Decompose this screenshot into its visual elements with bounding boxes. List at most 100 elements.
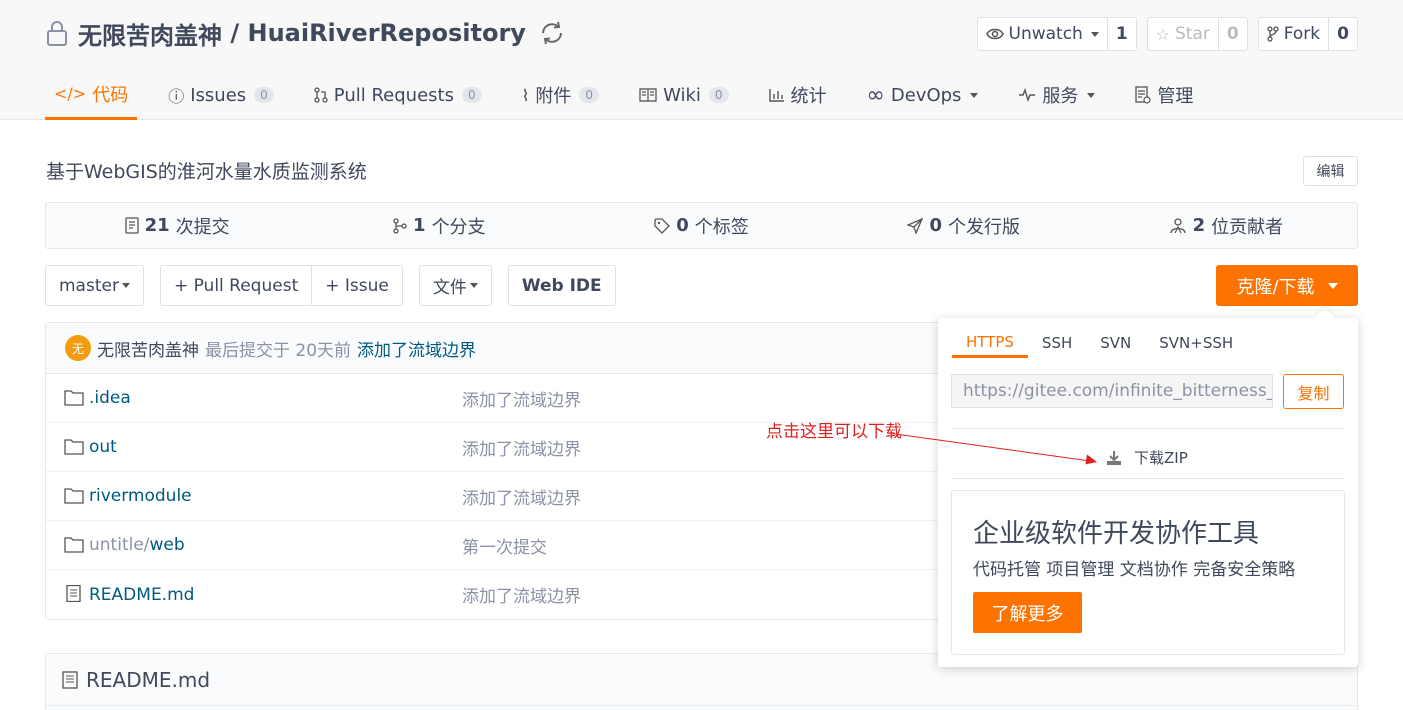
star-label[interactable]: ☆ Star [1148, 18, 1218, 50]
commit-icon [124, 217, 139, 234]
file-commit-message[interactable]: 添加了流域边界 [462, 386, 581, 411]
fork-count[interactable]: 0 [1328, 18, 1357, 50]
stat-commits[interactable]: 21 次提交 [46, 203, 308, 248]
clone-url-input[interactable]: https://gitee.com/infinite_bitterness_co [951, 374, 1273, 408]
watch-count[interactable]: 1 [1106, 18, 1136, 50]
pull-request-icon [314, 87, 328, 103]
branch-select[interactable]: master [45, 265, 144, 306]
file-name-link[interactable]: out [89, 437, 117, 457]
chevron-down-icon [970, 92, 979, 98]
repo-name-link[interactable]: HuaiRiverRepository [247, 19, 525, 47]
branch-label: master [59, 275, 119, 296]
chevron-down-icon [469, 283, 478, 288]
download-icon [1107, 450, 1121, 465]
file-name-link[interactable]: .idea [89, 388, 131, 408]
tab-attachments[interactable]: ⌇ 附件 0 [513, 70, 608, 120]
promo-card: 企业级软件开发协作工具 代码托管 项目管理 文档协作 完备安全策略 了解更多 [951, 490, 1345, 655]
stat-tags[interactable]: 0 个标签 [570, 203, 832, 248]
pulse-icon [1019, 88, 1036, 102]
document-icon [66, 585, 81, 602]
tab-svn-ssh[interactable]: SVN+SSH [1145, 328, 1247, 358]
tag-icon [654, 217, 671, 234]
tab-svn[interactable]: SVN [1086, 328, 1145, 358]
stat-branches[interactable]: 1 个分支 [308, 203, 570, 248]
tab-devops[interactable]: ∞ DevOps [858, 70, 988, 120]
tab-manage[interactable]: 管理 [1126, 70, 1202, 120]
star-count[interactable]: 0 [1217, 18, 1247, 50]
tab-badge: 0 [461, 87, 482, 103]
tab-https[interactable]: HTTPS [952, 328, 1028, 358]
tab-label: 管理 [1157, 86, 1194, 107]
clone-label: 克隆/下载 [1236, 276, 1315, 298]
file-name-link[interactable]: README.md [89, 585, 194, 605]
file-name-link[interactable]: untitle/web [89, 535, 185, 555]
commit-message-link[interactable]: 添加了流域边界 [357, 336, 476, 361]
tab-services[interactable]: 服务 [1009, 70, 1104, 120]
release-icon [907, 217, 924, 234]
fork-label[interactable]: Fork [1259, 18, 1328, 50]
tab-pull-requests[interactable]: Pull Requests 0 [305, 70, 491, 120]
tab-stats[interactable]: 统计 [760, 70, 836, 120]
wiki-icon [639, 88, 657, 102]
repo-tabs: </> 代码 ⓘ Issues 0 Pull Requests 0 ⌇ 附件 0… [45, 70, 1224, 120]
create-group: + Pull Request + Issue [159, 265, 403, 306]
repo-owner-link[interactable]: 无限苦肉盖神 [78, 16, 222, 51]
attachment-icon: ⌇ [521, 85, 530, 105]
folder-icon [64, 390, 84, 406]
file-commit-message[interactable]: 第一次提交 [462, 533, 547, 558]
new-pull-request-button[interactable]: + Pull Request [159, 265, 313, 306]
download-zip-label: 下载ZIP [1134, 449, 1188, 467]
file-commit-message[interactable]: 添加了流域边界 [462, 484, 581, 509]
commit-author-link[interactable]: 无限苦肉盖神 [97, 336, 199, 361]
repo-description: 基于WebGIS的淮河水量水质监测系统 [46, 161, 367, 183]
stat-releases[interactable]: 0 个发行版 [833, 203, 1095, 248]
stat-count: 0 [676, 215, 689, 236]
edit-description-button[interactable]: 编辑 [1303, 156, 1358, 186]
file-name-prefix: untitle/ [89, 535, 150, 555]
star-icon: ☆ [1155, 24, 1171, 44]
tab-label: Issues [190, 84, 247, 106]
readme-title: README.md [86, 667, 211, 692]
manage-icon [1135, 86, 1152, 104]
tab-issues[interactable]: ⓘ Issues 0 [159, 70, 283, 120]
avatar[interactable]: 无 [65, 335, 91, 361]
issue-icon: ⓘ [168, 87, 185, 106]
learn-more-button[interactable]: 了解更多 [973, 592, 1082, 633]
tab-code[interactable]: </> 代码 [45, 70, 138, 120]
stat-contributors[interactable]: 2 位贡献者 [1095, 203, 1357, 248]
file-name-link[interactable]: rivermodule [89, 486, 192, 506]
promo-subtitle: 代码托管 项目管理 文档协作 完备安全策略 [973, 560, 1296, 580]
chart-icon [768, 89, 784, 102]
promo-title: 企业级软件开发协作工具 [973, 519, 1260, 549]
web-ide-button[interactable]: Web IDE [507, 265, 616, 306]
tab-ssh[interactable]: SSH [1028, 328, 1086, 358]
sync-icon[interactable] [538, 19, 566, 47]
fork-text: Fork [1283, 24, 1321, 44]
repo-header: 无限苦肉盖神 / HuaiRiverRepository Unwatch 1 ☆… [0, 0, 1403, 120]
clone-download-button[interactable]: 克隆/下载 [1216, 265, 1358, 306]
stat-label: 个分支 [431, 216, 486, 238]
tab-label: Wiki [663, 84, 701, 106]
star-button[interactable]: ☆ Star 0 [1146, 17, 1248, 51]
watch-button[interactable]: Unwatch 1 [976, 17, 1137, 51]
download-zip-link[interactable]: 下载ZIP [1106, 447, 1188, 468]
star-text: Star [1175, 24, 1210, 44]
repo-toolbar: master + Pull Request + Issue 文件 Web IDE [45, 265, 616, 306]
protocol-tabs: HTTPS SSH SVN SVN+SSH [952, 328, 1247, 358]
lock-icon [47, 21, 67, 46]
chevron-down-icon [121, 283, 130, 288]
chevron-down-icon [1087, 92, 1096, 98]
fork-button[interactable]: Fork 0 [1257, 17, 1358, 51]
watch-label[interactable]: Unwatch [978, 18, 1107, 50]
stat-label: 个标签 [694, 216, 749, 238]
new-issue-button[interactable]: + Issue [312, 265, 403, 306]
chevron-down-icon [1327, 282, 1338, 289]
file-commit-message[interactable]: 添加了流域边界 [462, 435, 581, 460]
annotation-text: 点击这里可以下载 [766, 422, 902, 442]
tab-label: 统计 [790, 86, 827, 107]
tab-badge: 0 [579, 87, 600, 103]
copy-button[interactable]: 复制 [1283, 374, 1344, 409]
tab-wiki[interactable]: Wiki 0 [630, 70, 737, 120]
file-commit-message[interactable]: 添加了流域边界 [462, 582, 581, 607]
files-dropdown[interactable]: 文件 [418, 265, 492, 306]
